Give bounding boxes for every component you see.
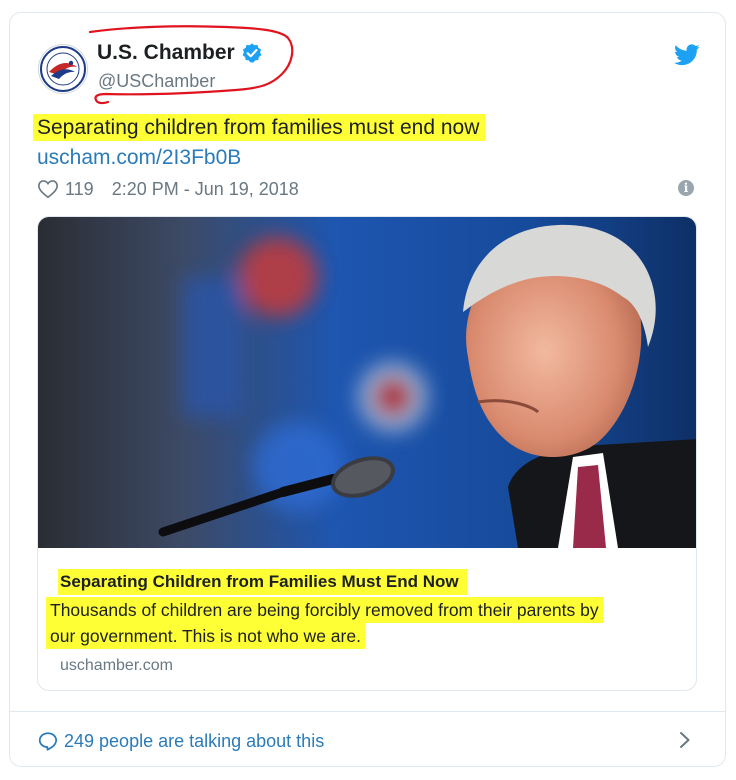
chamber-logo: [40, 46, 86, 92]
speech-bubble-icon: [38, 732, 58, 751]
link-card-domain: uschamber.com: [60, 657, 173, 674]
heart-icon[interactable]: [37, 178, 59, 200]
link-card-title: Separating Children from Families Must E…: [58, 569, 467, 595]
tweet-text: Separating children from families must e…: [33, 114, 486, 142]
author-name-row: U.S. Chamber: [97, 41, 263, 65]
tweet-meta: 119 2:20 PM - Jun 19, 2018: [37, 178, 299, 200]
verified-badge-icon: [242, 43, 262, 63]
article-photo: [38, 217, 696, 548]
chevron-right-icon[interactable]: [678, 730, 692, 750]
footer-divider: [9, 711, 726, 712]
tweet-link[interactable]: uscham.com/2I3Fb0B: [37, 146, 241, 170]
link-preview-card[interactable]: Separating Children from Families Must E…: [37, 216, 697, 691]
link-card-description-line2: our government. This is not who we are.: [46, 623, 365, 649]
author-name[interactable]: U.S. Chamber: [97, 41, 235, 65]
link-card-description: Thousands of children are being forcibly…: [46, 597, 696, 649]
like-count[interactable]: 119: [65, 179, 94, 200]
info-icon[interactable]: i: [678, 180, 694, 196]
tweet-text-highlight: Separating children from families must e…: [33, 114, 486, 141]
link-card-description-line1: Thousands of children are being forcibly…: [46, 597, 603, 623]
tweet-timestamp[interactable]: 2:20 PM - Jun 19, 2018: [112, 179, 299, 200]
author-handle[interactable]: @USChamber: [98, 71, 215, 92]
conversation-link[interactable]: 249 people are talking about this: [37, 730, 324, 752]
twitter-bird-icon[interactable]: [674, 44, 700, 66]
avatar[interactable]: [38, 44, 88, 94]
conversation-count-text: 249 people are talking about this: [64, 730, 325, 751]
